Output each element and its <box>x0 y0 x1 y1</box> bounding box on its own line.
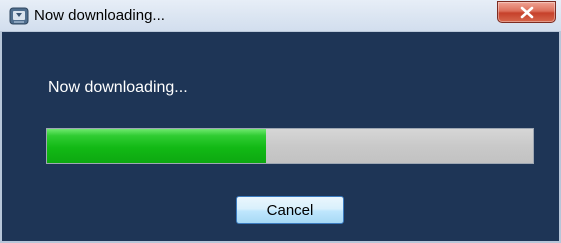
close-icon <box>520 6 534 19</box>
close-button[interactable] <box>497 1 556 23</box>
download-progress-bar <box>46 128 534 164</box>
progress-fill <box>47 129 266 163</box>
window-title: Now downloading... <box>34 7 165 24</box>
download-dialog: Now downloading... Now downloading... Ca… <box>0 0 561 243</box>
status-message: Now downloading... <box>48 79 188 96</box>
download-app-icon <box>9 6 29 26</box>
dialog-body: Now downloading... Cancel <box>0 32 561 243</box>
cancel-button[interactable]: Cancel <box>236 196 344 224</box>
title-bar[interactable]: Now downloading... <box>0 0 561 32</box>
